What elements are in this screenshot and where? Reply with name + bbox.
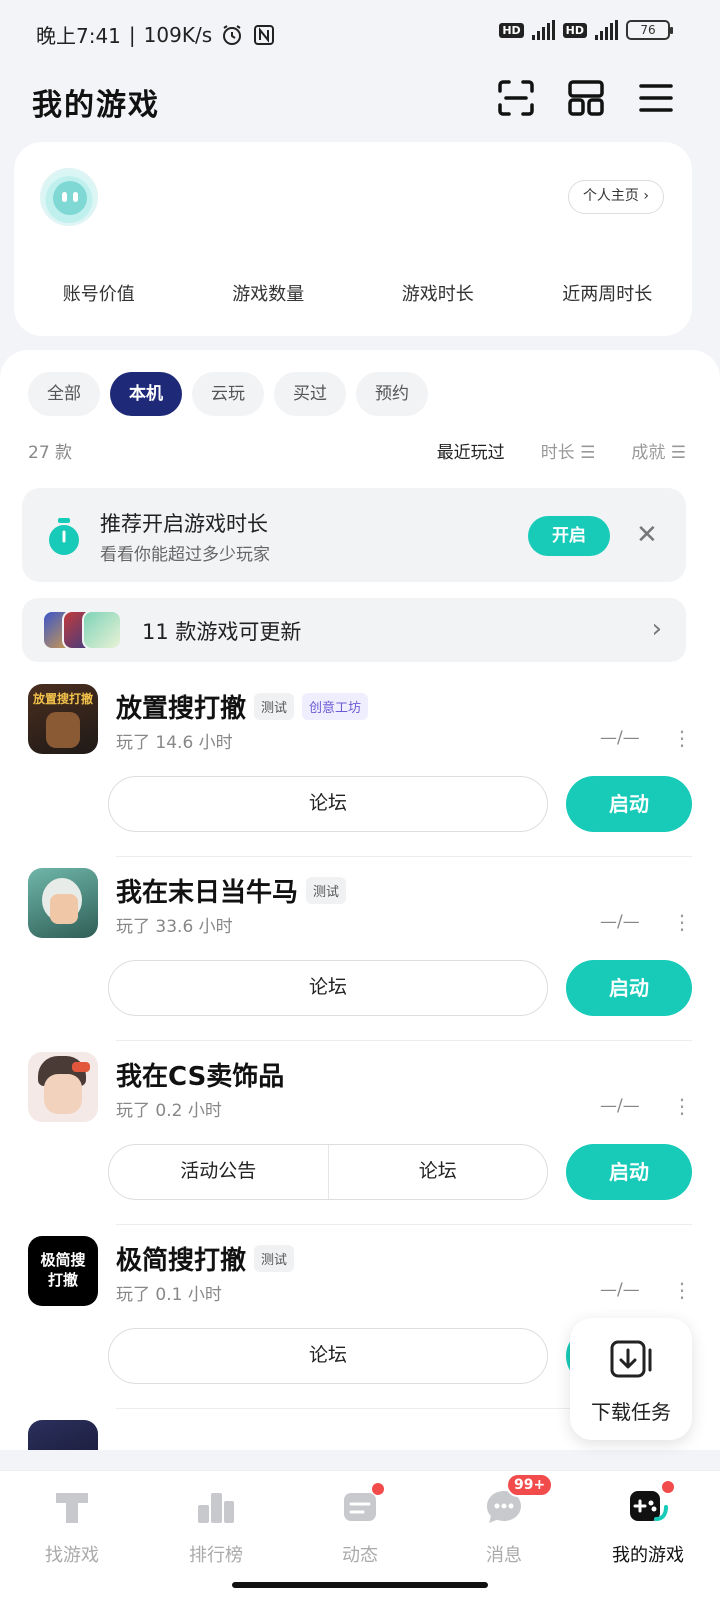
messages-badge: 99+ bbox=[506, 1473, 554, 1497]
profile-card: 个人主页 › 账号价值 游戏数量 游戏时长 近两周时长 bbox=[14, 142, 692, 336]
achievement-progress: —/— bbox=[600, 728, 640, 748]
download-task-label: 下载任务 bbox=[591, 1400, 671, 1424]
tag-test: 测试 bbox=[254, 693, 295, 720]
achievement-progress: —/— bbox=[600, 1096, 640, 1116]
stat-game-count[interactable]: 游戏数量 bbox=[184, 280, 354, 306]
download-icon bbox=[610, 1340, 652, 1378]
launch-button[interactable]: 启动 bbox=[566, 960, 692, 1016]
filter-reserved[interactable]: 预约 bbox=[356, 372, 428, 416]
event-notice-button[interactable]: 活动公告 bbox=[109, 1145, 328, 1199]
signal-icon bbox=[531, 20, 555, 40]
rankings-icon bbox=[198, 1493, 234, 1523]
promo-title: 推荐开启游戏时长 bbox=[100, 512, 268, 536]
home-indicator[interactable] bbox=[232, 1582, 488, 1588]
nav-rankings[interactable]: 排行榜 bbox=[144, 1471, 288, 1600]
game-title[interactable]: 极简搜打撤 bbox=[116, 1240, 246, 1277]
sort-achievement[interactable]: 成就 ☰ bbox=[631, 438, 686, 463]
find-games-icon bbox=[56, 1493, 88, 1523]
status-bar: 晚上7:41 | 109K/s HD HD 76 bbox=[0, 0, 720, 64]
game-icon[interactable]: 放置搜打撤 bbox=[28, 684, 98, 754]
tag-test: 测试 bbox=[254, 1245, 295, 1272]
bottom-nav: 找游戏 排行榜 动态 99+ 消息 我的游戏 bbox=[0, 1470, 720, 1600]
game-icon[interactable]: 极简搜打撤 bbox=[28, 1236, 98, 1306]
forum-button[interactable]: 论坛 bbox=[109, 961, 547, 1015]
filter-tabs: 全部 本机 云玩 买过 预约 bbox=[28, 372, 428, 416]
page-title: 我的游戏 bbox=[32, 88, 160, 123]
filter-purchased[interactable]: 买过 bbox=[274, 372, 346, 416]
filter-local[interactable]: 本机 bbox=[110, 372, 182, 416]
playtime-promo-banner: 推荐开启游戏时长 看看你能超过多少玩家 开启 ✕ bbox=[22, 488, 686, 582]
enable-button[interactable]: 开启 bbox=[528, 516, 610, 556]
battery-icon: 76 bbox=[626, 20, 673, 40]
alarm-icon bbox=[223, 24, 242, 45]
download-task-button[interactable]: 下载任务 bbox=[570, 1318, 692, 1440]
updates-text: 11 款游戏可更新 bbox=[142, 620, 302, 644]
filter-cloud[interactable]: 云玩 bbox=[192, 372, 264, 416]
more-icon[interactable]: ⋮ bbox=[672, 910, 692, 934]
more-icon[interactable]: ⋮ bbox=[672, 1094, 692, 1118]
stat-account-value[interactable]: 账号价值 bbox=[14, 280, 184, 306]
sort-bar: 27 款 最近玩过 时长 ☰ 成就 ☰ bbox=[0, 438, 720, 463]
hd-icon-2: HD bbox=[562, 22, 587, 38]
game-count: 27 款 bbox=[28, 443, 73, 463]
nav-messages[interactable]: 99+ 消息 bbox=[432, 1471, 576, 1600]
nfc-icon bbox=[254, 24, 275, 45]
play-time: 玩了 33.6 小时 bbox=[116, 917, 233, 937]
sort-duration[interactable]: 时长 ☰ bbox=[541, 438, 596, 463]
my-games-dot bbox=[662, 1481, 674, 1493]
status-speed: 109K/s bbox=[143, 22, 213, 47]
feed-dot bbox=[372, 1483, 384, 1495]
filter-all[interactable]: 全部 bbox=[28, 372, 100, 416]
game-row: 我在CS卖饰品 玩了 0.2 小时 —/— ⋮ 活动公告 论坛 启动 bbox=[0, 1052, 720, 1236]
play-time: 玩了 0.1 小时 bbox=[116, 1285, 222, 1305]
updates-banner[interactable]: 11 款游戏可更新 › bbox=[22, 598, 686, 662]
header: 我的游戏 bbox=[0, 72, 720, 132]
sort-recent[interactable]: 最近玩过 bbox=[437, 438, 505, 463]
more-icon[interactable]: ⋮ bbox=[672, 726, 692, 750]
promo-subtitle: 看看你能超过多少玩家 bbox=[100, 545, 270, 565]
game-row: 我在末日当牛马 测试 玩了 33.6 小时 —/— ⋮ 论坛 启动 bbox=[0, 868, 720, 1052]
forum-button[interactable]: 论坛 bbox=[109, 777, 547, 831]
game-icons-stack bbox=[42, 610, 126, 650]
stopwatch-icon bbox=[49, 518, 79, 555]
launch-button[interactable]: 启动 bbox=[566, 1144, 692, 1200]
signal-icon-2 bbox=[595, 20, 618, 40]
play-time: 玩了 0.2 小时 bbox=[116, 1101, 222, 1121]
game-icon[interactable] bbox=[28, 868, 98, 938]
tag-test: 测试 bbox=[306, 877, 347, 904]
layout-icon[interactable] bbox=[566, 78, 606, 118]
scan-icon[interactable] bbox=[496, 78, 536, 118]
more-icon[interactable]: ⋮ bbox=[672, 1278, 692, 1302]
menu-icon[interactable] bbox=[636, 78, 676, 118]
game-icon[interactable] bbox=[28, 1052, 98, 1122]
stat-two-week-time[interactable]: 近两周时长 bbox=[523, 280, 693, 306]
game-list-panel: 全部 本机 云玩 买过 预约 27 款 最近玩过 时长 ☰ 成就 ☰ 推荐开启游… bbox=[0, 350, 720, 1450]
nav-feed[interactable]: 动态 bbox=[288, 1471, 432, 1600]
forum-button[interactable]: 论坛 bbox=[109, 1329, 547, 1383]
play-time: 玩了 14.6 小时 bbox=[116, 733, 233, 753]
avatar[interactable] bbox=[40, 168, 98, 226]
profile-stats: 账号价值 游戏数量 游戏时长 近两周时长 bbox=[14, 280, 692, 306]
game-icon[interactable] bbox=[28, 1420, 98, 1450]
close-icon[interactable]: ✕ bbox=[636, 522, 658, 548]
chevron-right-icon: › bbox=[651, 614, 662, 644]
game-row: 放置搜打撤 放置搜打撤 测试 创意工坊 玩了 14.6 小时 —/— ⋮ 论坛 … bbox=[0, 684, 720, 868]
launch-button[interactable]: 启动 bbox=[566, 776, 692, 832]
achievement-progress: —/— bbox=[600, 912, 640, 932]
achievement-progress: —/— bbox=[600, 1280, 640, 1300]
hd-icon: HD bbox=[499, 22, 524, 38]
game-title[interactable]: 我在末日当牛马 bbox=[116, 872, 298, 909]
nav-my-games[interactable]: 我的游戏 bbox=[576, 1471, 720, 1600]
homepage-button[interactable]: 个人主页 › bbox=[567, 180, 664, 214]
game-title[interactable]: 放置搜打撤 bbox=[116, 688, 246, 725]
forum-button[interactable]: 论坛 bbox=[327, 1145, 548, 1199]
nav-find-games[interactable]: 找游戏 bbox=[0, 1471, 144, 1600]
status-time: 晚上7:41 bbox=[36, 24, 121, 48]
tag-workshop: 创意工坊 bbox=[302, 693, 369, 720]
game-title[interactable]: 我在CS卖饰品 bbox=[116, 1056, 284, 1093]
stat-play-time[interactable]: 游戏时长 bbox=[353, 280, 523, 306]
